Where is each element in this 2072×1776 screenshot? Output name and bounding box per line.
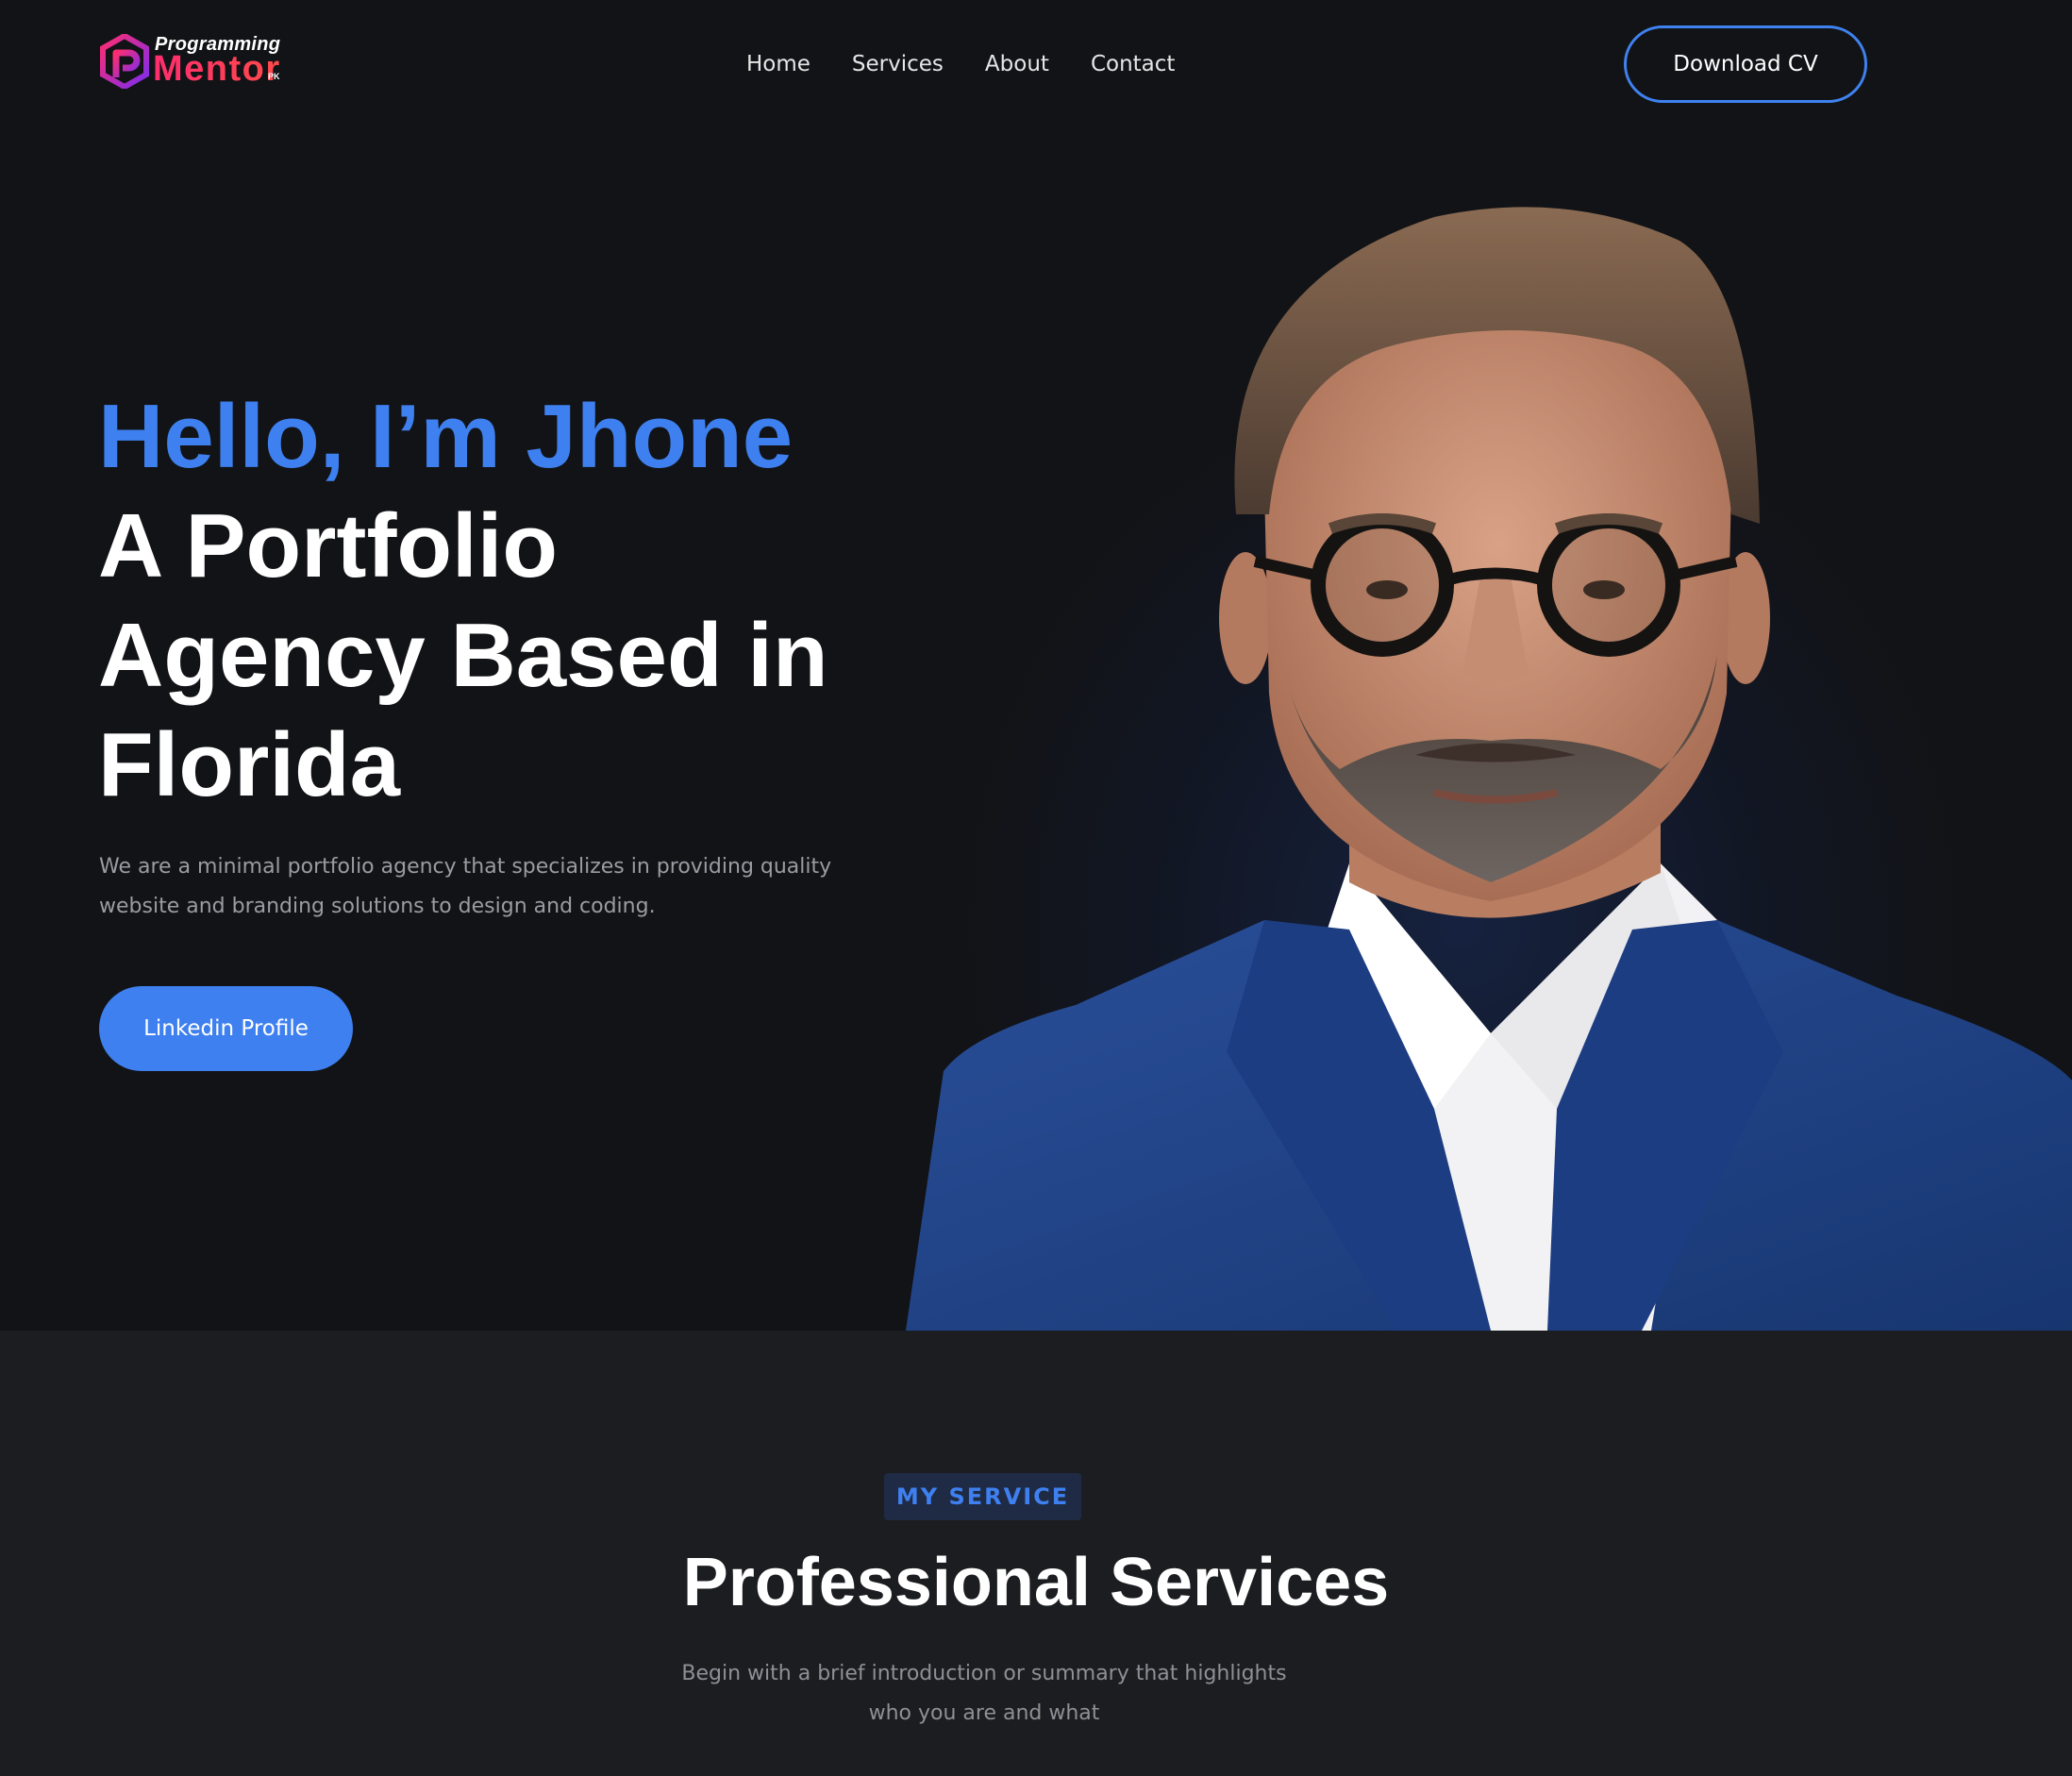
navbar: Programming Mentor PK Home Services Abou… <box>0 0 2072 127</box>
services-title: Professional Services <box>682 1545 1390 1620</box>
services-description: Begin with a brief introduction or summa… <box>681 1662 1287 1725</box>
hero-title-line-1: A Portfolio <box>98 495 559 596</box>
download-cv-button[interactable]: Download CV <box>1624 25 1867 103</box>
nav-menu: Home Services About Contact <box>746 47 1175 81</box>
hero-title-line-2: Agency Based in <box>98 605 828 706</box>
logo-hexagon-icon <box>100 34 149 89</box>
hero-section: Programming Mentor PK Home Services Abou… <box>0 0 2072 1331</box>
hero-greeting: Hello, I’m Jhone <box>98 386 794 487</box>
hero-title-line-3: Florida <box>98 714 401 815</box>
page: Programming Mentor PK Home Services Abou… <box>0 0 2072 1776</box>
services-section: MY SERVICE Professional Services Begin w… <box>0 1331 2072 1776</box>
nav-about[interactable]: About <box>985 47 1049 81</box>
linkedin-profile-button[interactable]: Linkedin Profile <box>99 986 353 1071</box>
hero-heading: Hello, I’m Jhone A Portfolio Agency Base… <box>98 382 828 820</box>
nav-home[interactable]: Home <box>746 47 810 81</box>
logo[interactable]: Programming Mentor PK <box>100 32 289 91</box>
nav-services[interactable]: Services <box>852 47 944 81</box>
nav-contact[interactable]: Contact <box>1091 47 1175 81</box>
hero-description: We are a minimal portfolio agency that s… <box>99 855 832 918</box>
person-portrait-image <box>906 207 2072 1331</box>
services-badge: MY SERVICE <box>884 1473 1081 1520</box>
logo-text-suffix: PK <box>268 72 280 81</box>
logo-text-main: Mentor <box>153 49 281 89</box>
